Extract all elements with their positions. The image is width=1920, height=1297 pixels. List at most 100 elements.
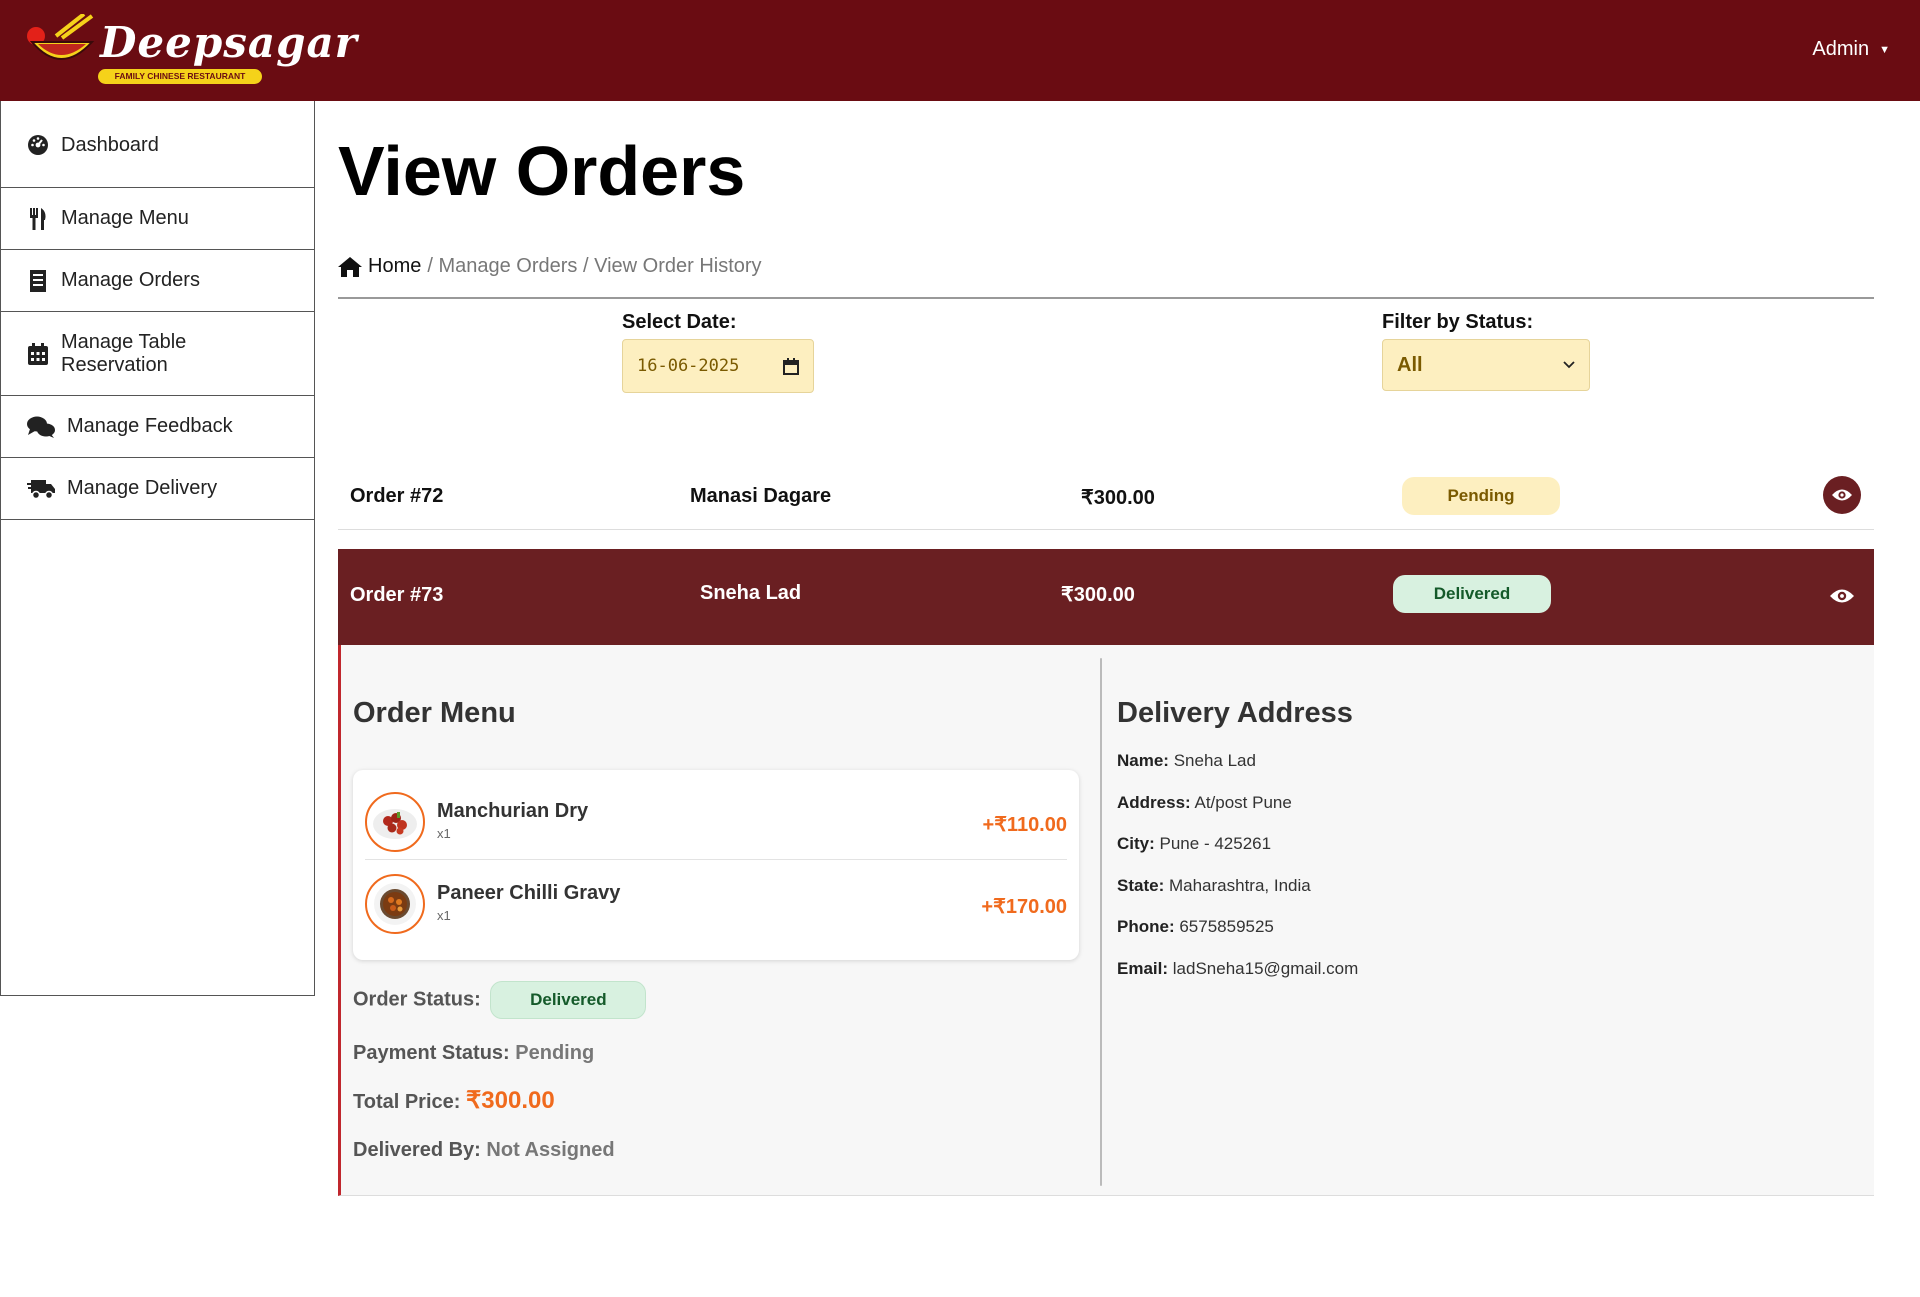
total-price-row: Total Price: ₹300.00	[353, 1086, 555, 1115]
panel-divider	[1100, 658, 1102, 1186]
field-label: State:	[1117, 876, 1165, 895]
receipt-icon	[25, 269, 51, 292]
field-label: Email:	[1117, 959, 1169, 978]
order-customer: Sneha Lad	[700, 582, 802, 604]
sidebar-item-label: Manage Delivery	[67, 477, 218, 499]
order-amount: ₹300.00	[1081, 487, 1155, 509]
order-customer: Manasi Dagare	[690, 485, 832, 507]
brand-name: Deepsagar	[100, 18, 358, 67]
date-input[interactable]: 16-06-2025	[622, 339, 814, 393]
admin-label: Admin	[1812, 38, 1870, 60]
delivered-by-label: Delivered By:	[353, 1139, 481, 1161]
order-menu-card: Manchurian Dry x1 +₹110.00 Paneer Chilli…	[353, 770, 1079, 960]
top-navbar: Deepsagar FAMILY CHINESE RESTAURANT Admi…	[0, 0, 1920, 101]
caret-down-icon: ▼	[1879, 43, 1890, 56]
bowl-icon	[27, 14, 95, 60]
status-filter-label: Filter by Status:	[1382, 311, 1534, 333]
brand-logo[interactable]: Deepsagar FAMILY CHINESE RESTAURANT	[26, 12, 357, 88]
total-price-value: ₹300.00	[466, 1087, 555, 1114]
utensils-icon	[25, 207, 51, 230]
sidebar-item-label: Manage Menu	[61, 207, 189, 229]
page-title: View Orders	[338, 132, 746, 210]
item-price: +₹170.00	[981, 896, 1067, 918]
chevron-down-icon	[1563, 361, 1575, 369]
field-label: Phone:	[1117, 917, 1175, 936]
status-badge: Delivered	[1393, 575, 1551, 613]
order-menu-title: Order Menu	[353, 697, 516, 729]
field-label: City:	[1117, 834, 1155, 853]
payment-status-label: Payment Status:	[353, 1042, 510, 1064]
view-order-button[interactable]	[1823, 476, 1861, 514]
view-order-button[interactable]	[1823, 577, 1861, 615]
eye-icon	[1830, 589, 1854, 603]
field-value: 6575859525	[1179, 917, 1274, 936]
address-phone-row: Phone: 6575859525	[1117, 917, 1274, 937]
admin-dropdown[interactable]: Admin ▼	[1812, 38, 1890, 61]
sidebar-item-label: Manage Feedback	[67, 415, 233, 437]
calendar-icon	[783, 357, 799, 375]
total-price-label: Total Price:	[353, 1091, 461, 1113]
delivered-by-row: Delivered By: Not Assigned	[353, 1139, 615, 1162]
payment-status-value: Pending	[515, 1042, 595, 1064]
sidebar-item-label: Manage Orders	[61, 269, 200, 291]
order-details-panel: Order Menu Manchurian Dry x1 +₹110.00 Pa…	[338, 645, 1874, 1196]
home-icon	[338, 256, 362, 277]
status-filter-select[interactable]: All	[1382, 339, 1590, 391]
delivery-address-title: Delivery Address	[1117, 697, 1353, 729]
order-id: Order #73	[350, 584, 444, 606]
sidebar-item-manage-table-reservation[interactable]: Manage Table Reservation	[1, 312, 314, 396]
sidebar-item-manage-feedback[interactable]: Manage Feedback	[1, 396, 314, 458]
field-value: Sneha Lad	[1173, 751, 1256, 770]
item-price: +₹110.00	[982, 814, 1067, 836]
order-amount: ₹300.00	[1061, 584, 1135, 606]
item-name: Paneer Chilli Gravy	[437, 882, 621, 904]
breadcrumb-path: / Manage Orders / View Order History	[427, 255, 762, 277]
divider	[338, 297, 1874, 299]
sidebar-item-manage-orders[interactable]: Manage Orders	[1, 250, 314, 312]
date-label: Select Date:	[622, 311, 737, 333]
delivered-by-value: Not Assigned	[486, 1139, 615, 1161]
address-line-row: Address: At/post Pune	[1117, 793, 1292, 813]
order-id: Order #72	[350, 485, 444, 507]
field-label: Address:	[1117, 793, 1191, 812]
field-label: Name:	[1117, 751, 1169, 770]
address-state-row: State: Maharashtra, India	[1117, 876, 1311, 896]
sidebar-item-manage-delivery[interactable]: Manage Delivery	[1, 458, 314, 520]
order-status-label: Order Status:	[353, 988, 481, 1011]
truck-icon	[25, 478, 57, 500]
item-name: Manchurian Dry	[437, 800, 589, 822]
breadcrumb: Home / Manage Orders / View Order Histor…	[338, 255, 762, 278]
address-email-row: Email: ladSneha15@gmail.com	[1117, 959, 1358, 979]
order-row[interactable]: Order #72 Manasi Dagare ₹300.00 Pending	[338, 456, 1874, 530]
sidebar-item-manage-menu[interactable]: Manage Menu	[1, 188, 314, 250]
dish-image	[365, 874, 425, 934]
address-city-row: City: Pune - 425261	[1117, 834, 1271, 854]
status-filter-value: All	[1397, 353, 1423, 376]
order-row-expanded[interactable]: Order #73 Sneha Lad ₹300.00 Delivered	[338, 549, 1874, 645]
item-qty: x1	[437, 908, 451, 923]
field-value: Maharashtra, India	[1168, 876, 1311, 895]
status-badge: Delivered	[490, 981, 647, 1019]
breadcrumb-home-link[interactable]: Home	[368, 255, 421, 278]
sidebar-item-label: Manage Table Reservation	[61, 330, 187, 376]
dashboard-icon	[25, 134, 51, 156]
sidebar: Dashboard Manage Menu Manage Orders Mana…	[0, 101, 315, 996]
list-item: Paneer Chilli Gravy x1 +₹170.00	[365, 862, 1067, 942]
sidebar-item-dashboard[interactable]: Dashboard	[1, 101, 314, 188]
comments-icon	[25, 416, 57, 438]
status-badge: Pending	[1402, 477, 1560, 515]
list-item: Manchurian Dry x1 +₹110.00	[365, 780, 1067, 860]
eye-icon	[1832, 489, 1852, 501]
sidebar-item-label: Dashboard	[61, 133, 159, 156]
address-name-row: Name: Sneha Lad	[1117, 751, 1256, 771]
field-value: ladSneha15@gmail.com	[1172, 959, 1359, 978]
field-value: At/post Pune	[1194, 793, 1292, 812]
payment-status-row: Payment Status: Pending	[353, 1042, 594, 1065]
dish-image	[365, 792, 425, 852]
date-value: 16-06-2025	[637, 356, 740, 376]
field-value: Pune - 425261	[1159, 834, 1272, 853]
item-qty: x1	[437, 826, 451, 841]
brand-tagline: FAMILY CHINESE RESTAURANT	[98, 69, 262, 84]
order-status-row: Order Status: Delivered	[353, 981, 647, 1019]
calendar-icon	[25, 342, 51, 365]
